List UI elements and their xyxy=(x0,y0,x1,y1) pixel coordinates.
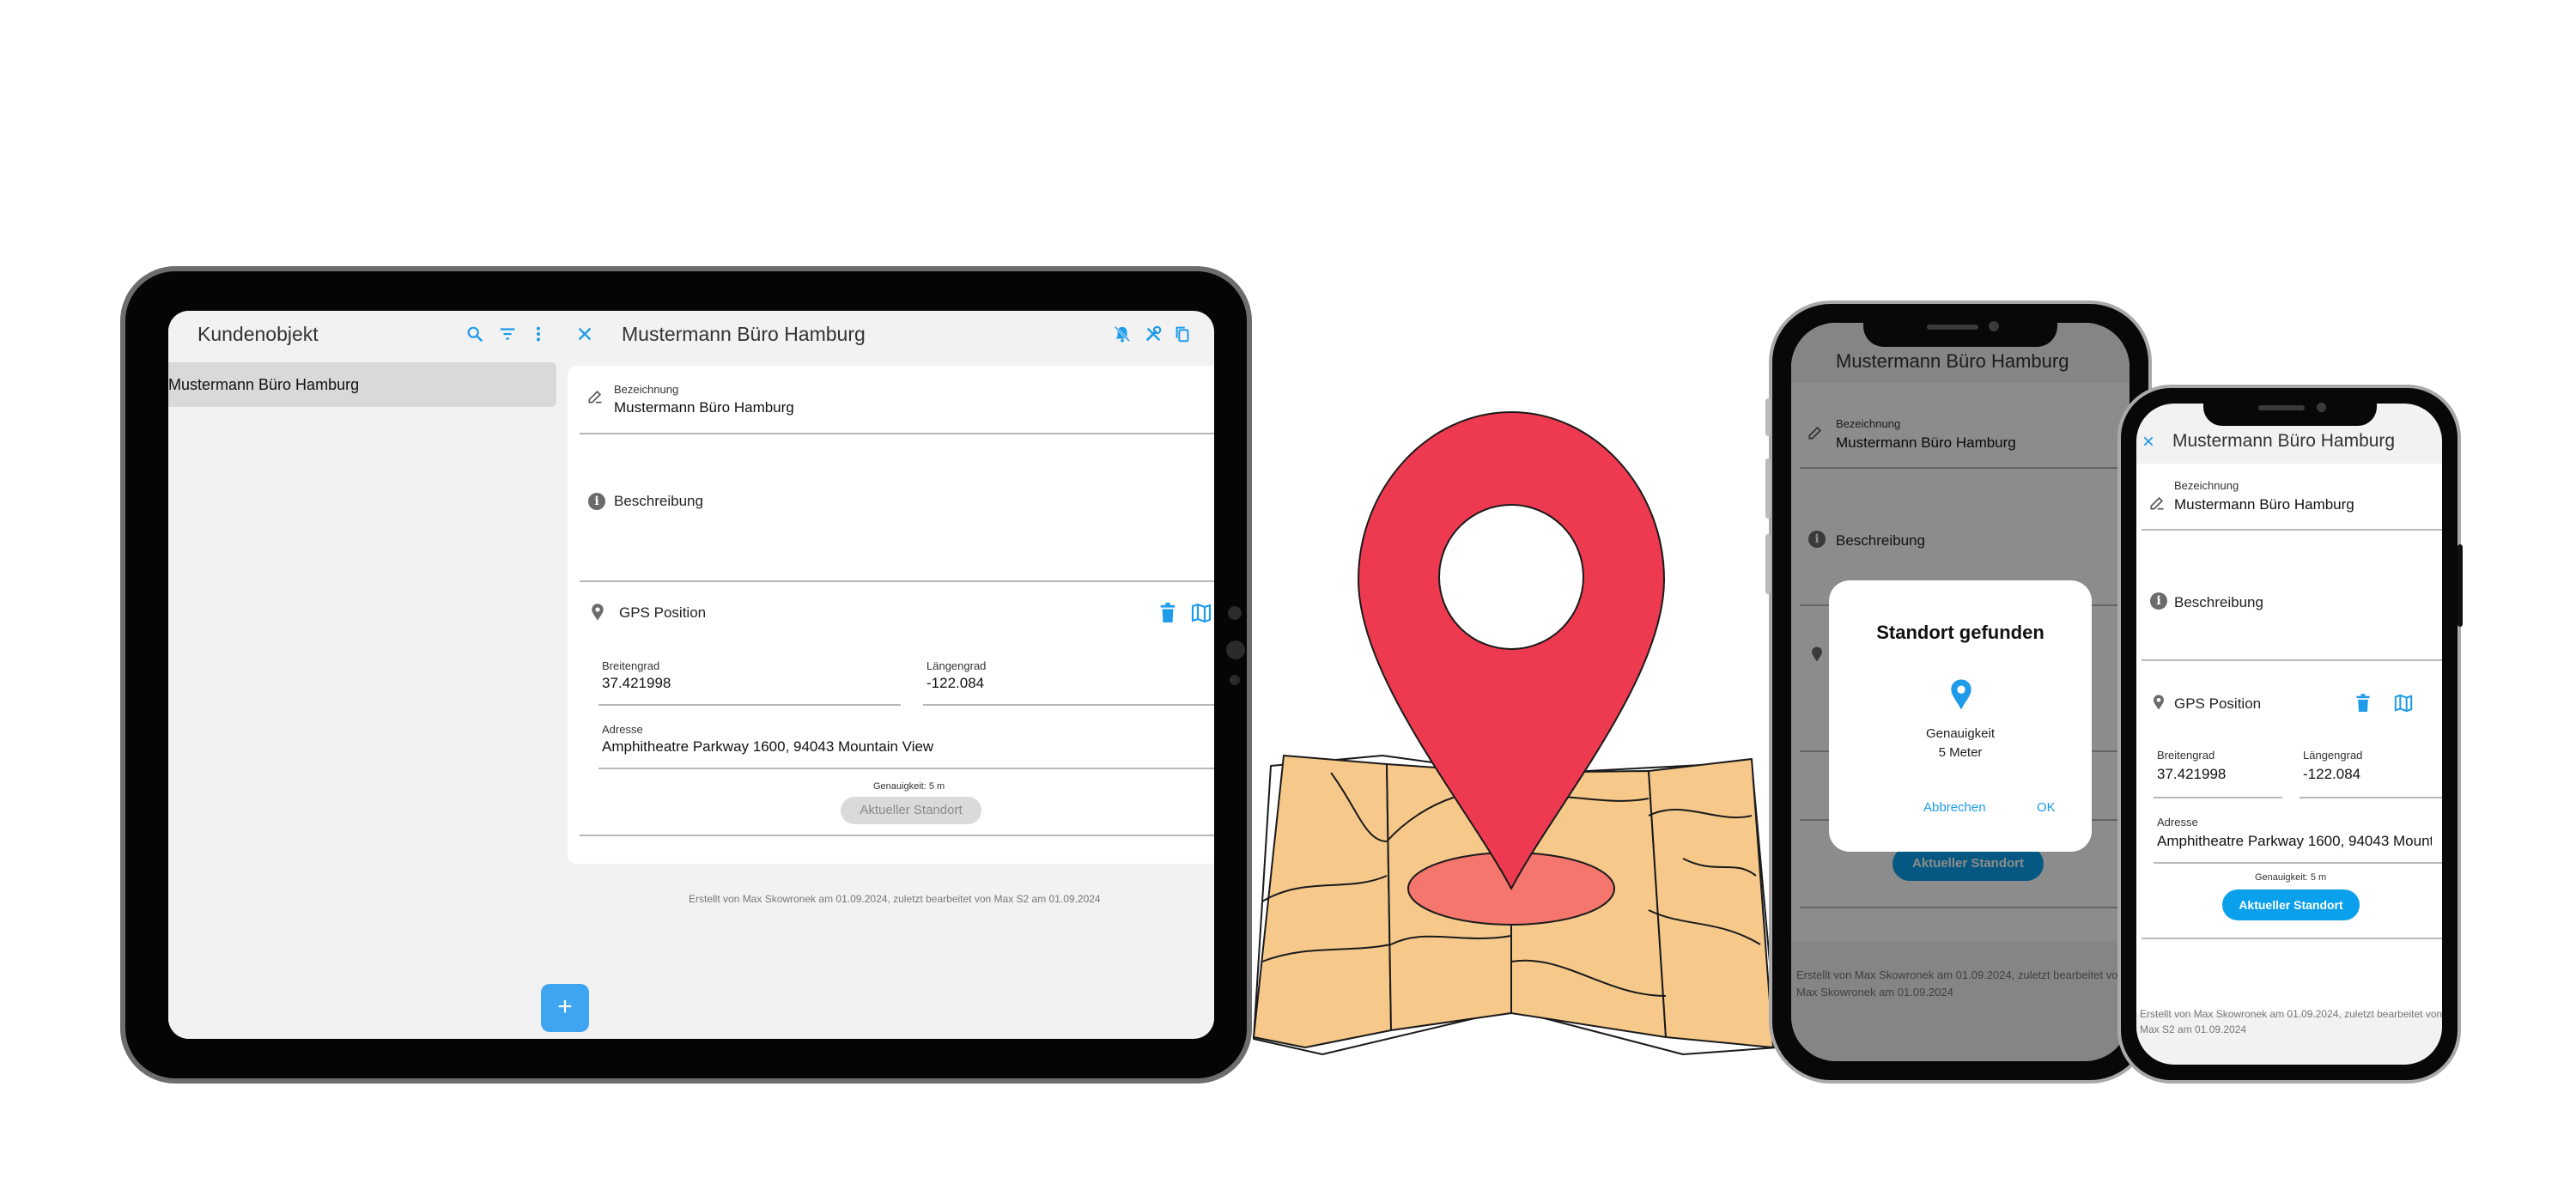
meta-info: Erstellt von Max Skowronek am 01.09.2024… xyxy=(689,893,1101,905)
laengengrad-label: Längengrad xyxy=(927,659,987,672)
front-camera xyxy=(2317,403,2326,412)
breitengrad-label: Breitengrad xyxy=(602,659,660,672)
close-icon[interactable] xyxy=(575,325,594,343)
delete-icon[interactable] xyxy=(1158,603,1177,623)
divider xyxy=(598,768,1214,769)
bezeichnung-label: Bezeichnung xyxy=(2174,479,2239,492)
divider xyxy=(2300,797,2442,798)
divider xyxy=(580,433,1214,434)
filter-icon[interactable] xyxy=(498,325,517,343)
detail-card: Bezeichnung Mustermann Büro Hamburg i Be… xyxy=(568,366,1214,864)
edit-icon xyxy=(588,390,602,404)
more-vert-icon[interactable] xyxy=(529,325,548,343)
copy-icon[interactable] xyxy=(1173,325,1192,343)
adresse-label: Adresse xyxy=(2157,816,2198,829)
meta-info-line2: Max S2 am 01.09.2024 xyxy=(2140,1023,2247,1035)
divider xyxy=(2154,862,2442,864)
bezeichnung-field[interactable]: Mustermann Büro Hamburg xyxy=(2174,496,2354,513)
tablet-camera xyxy=(1226,640,1245,659)
divider xyxy=(2154,797,2282,798)
detail-title: Mustermann Büro Hamburg xyxy=(622,323,866,345)
divider xyxy=(2142,659,2442,661)
list-item-selected[interactable]: Mustermann Büro Hamburg xyxy=(168,362,556,407)
divider xyxy=(2142,529,2442,531)
laengengrad-field[interactable]: -122.084 xyxy=(927,675,984,692)
phone2-screen: Mustermann Büro Hamburg Bezeichnung Must… xyxy=(2136,404,2442,1065)
gps-position-label: GPS Position xyxy=(2174,695,2262,712)
bezeichnung-field[interactable]: Mustermann Büro Hamburg xyxy=(614,399,794,416)
beschreibung-label[interactable]: Beschreibung xyxy=(2174,594,2263,611)
info-icon: i xyxy=(2150,592,2167,610)
location-pin-icon xyxy=(2154,695,2164,710)
delete-icon[interactable] xyxy=(2354,694,2372,713)
close-icon[interactable] xyxy=(2142,434,2155,448)
phone-notch xyxy=(1863,313,2057,347)
pin-hole xyxy=(1438,504,1584,650)
current-location-button[interactable]: Aktueller Standort xyxy=(841,797,981,824)
front-camera xyxy=(1989,321,1999,331)
adresse-field-wrapper[interactable]: Amphitheatre Parkway 1600, 94043 Mountai… xyxy=(2157,833,2432,853)
breitengrad-field[interactable]: 37.421998 xyxy=(602,675,671,692)
speaker xyxy=(1927,325,1978,330)
accuracy-text: Genauigkeit: 5 m xyxy=(873,781,945,792)
breitengrad-field[interactable]: 37.421998 xyxy=(2157,766,2226,783)
phone-device-back: Mustermann Büro Hamburg Bezeichnung Must… xyxy=(1769,300,2152,1084)
current-location-button[interactable]: Aktueller Standort xyxy=(2222,889,2360,920)
divider xyxy=(923,704,1214,706)
meta-info-line1: Erstellt von Max Skowronek am 01.09.2024… xyxy=(2140,1008,2442,1020)
tablet-camera xyxy=(1228,606,1242,620)
divider xyxy=(2142,938,2442,939)
list-title: Kundenobjekt xyxy=(197,323,319,345)
side-button xyxy=(1765,458,1771,519)
adresse-field: Amphitheatre Parkway 1600, 94043 Mountai… xyxy=(2157,833,2432,849)
bezeichnung-label: Bezeichnung xyxy=(614,383,679,396)
list-pane: Kundenobjekt Mustermann Büro Hamburg xyxy=(168,311,572,1039)
side-button xyxy=(1765,398,1771,436)
phone2-title: Mustermann Büro Hamburg xyxy=(2172,431,2396,451)
accuracy-text: Genauigkeit: 5 m xyxy=(2255,872,2327,883)
cancel-button[interactable]: Abbrechen xyxy=(1923,800,1986,815)
phone-device-front: Mustermann Büro Hamburg Bezeichnung Must… xyxy=(2117,385,2461,1084)
location-pin-icon xyxy=(1951,679,1971,710)
gps-position-label: GPS Position xyxy=(619,604,707,621)
map-icon[interactable] xyxy=(1191,603,1212,623)
tablet-screen: Kundenobjekt Mustermann Büro Hamburg Mus… xyxy=(168,311,1214,1039)
info-icon: i xyxy=(588,493,605,510)
divider xyxy=(598,704,901,706)
ok-button[interactable]: OK xyxy=(2037,800,2056,815)
side-button xyxy=(1765,534,1771,594)
map-pin-illustration xyxy=(1253,410,1778,1055)
phone2-content xyxy=(2136,464,2442,1013)
accuracy-value: 5 Meter xyxy=(1938,745,1983,760)
accuracy-label: Genauigkeit xyxy=(1925,726,1996,741)
phone-notch xyxy=(2203,395,2377,426)
speaker xyxy=(2258,405,2305,410)
adresse-field[interactable]: Amphitheatre Parkway 1600, 94043 Mountai… xyxy=(602,738,933,756)
beschreibung-label[interactable]: Beschreibung xyxy=(614,493,703,510)
dialog-title: Standort gefunden xyxy=(1876,622,2044,643)
adresse-label: Adresse xyxy=(602,723,643,736)
laengengrad-label: Längengrad xyxy=(2303,749,2363,762)
map-icon[interactable] xyxy=(2394,694,2413,713)
location-pin-icon xyxy=(592,604,604,621)
phone1-screen: Mustermann Büro Hamburg Bezeichnung Must… xyxy=(1791,323,2129,1061)
tablet-device: Kundenobjekt Mustermann Büro Hamburg Mus… xyxy=(120,266,1252,1084)
edit-icon xyxy=(2150,496,2164,510)
laengengrad-field[interactable]: -122.084 xyxy=(2303,766,2360,783)
notifications-off-icon[interactable] xyxy=(1113,325,1132,343)
location-found-dialog: Standort gefunden Genauigkeit 5 Meter Ab… xyxy=(1829,580,2092,852)
tools-icon[interactable] xyxy=(1144,325,1163,343)
tablet-camera xyxy=(1230,675,1240,685)
breitengrad-label: Breitengrad xyxy=(2157,749,2215,762)
divider xyxy=(580,580,1214,582)
divider xyxy=(580,835,1214,836)
side-button xyxy=(2458,544,2463,627)
search-icon[interactable] xyxy=(465,325,484,343)
add-fab-button[interactable]: + xyxy=(541,984,589,1032)
